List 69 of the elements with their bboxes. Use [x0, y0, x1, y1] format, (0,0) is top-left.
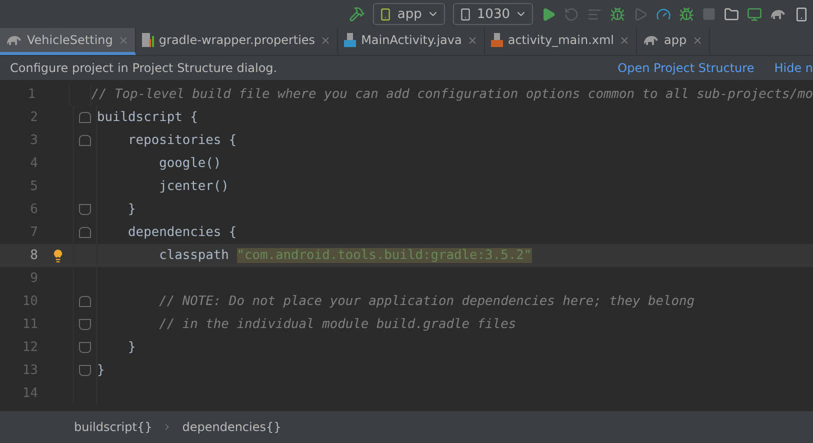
notification-message: Configure project in Project Structure dialog. [10, 61, 278, 75]
notification-link[interactable]: Open Project Structure [618, 61, 754, 75]
fold-marker[interactable] [79, 319, 91, 330]
lightbulb-icon[interactable] [51, 248, 65, 262]
gauge-icon[interactable] [656, 6, 671, 22]
java-file-icon [344, 33, 356, 47]
run-config-dropdown[interactable]: app [373, 3, 445, 25]
debug-icon[interactable] [610, 6, 625, 22]
breadcrumb[interactable]: dependencies{} [182, 420, 282, 434]
fold-marker[interactable] [79, 204, 91, 215]
code-text: buildscript { [97, 110, 198, 125]
fold-marker[interactable] [79, 112, 91, 123]
editor-tab[interactable]: MainActivity.java [338, 28, 485, 55]
code-text: } [97, 363, 105, 378]
editor-tab[interactable]: gradle-wrapper.properties [136, 28, 338, 55]
device-dropdown[interactable]: 1030 [452, 3, 533, 25]
close-icon[interactable] [466, 34, 478, 46]
fold-marker[interactable] [79, 227, 91, 238]
phone-icon[interactable] [794, 6, 809, 22]
phone-icon [379, 8, 392, 20]
xml-file-icon [490, 33, 503, 47]
breadcrumb[interactable]: buildscript{} [74, 420, 152, 434]
close-icon[interactable] [118, 34, 129, 46]
elephant-icon [643, 34, 659, 46]
code-text: } [127, 202, 136, 217]
elephant-icon[interactable] [770, 8, 786, 20]
code-text: jcenter() [158, 179, 229, 194]
monitor-icon[interactable] [747, 6, 762, 22]
fold-marker[interactable] [79, 135, 91, 146]
hammer-icon[interactable] [349, 6, 366, 22]
code-text: // NOTE: Do not place your application dependencies here; they belong [158, 294, 695, 309]
close-icon[interactable] [692, 34, 703, 46]
file-chart-icon [142, 33, 154, 47]
code-text: // in the individual module build.gradle files [158, 317, 516, 332]
phone-icon [458, 8, 472, 20]
line-number: 7 [29, 225, 39, 240]
notification-link[interactable]: Hide n [774, 61, 813, 75]
stop-icon[interactable] [702, 7, 716, 21]
close-icon[interactable] [320, 34, 332, 46]
line-number: 1 [26, 87, 37, 102]
line-number: 9 [29, 271, 39, 286]
line-number: 6 [29, 202, 39, 217]
code-text: dependencies { [127, 225, 237, 240]
line-number: 8 [29, 248, 39, 263]
line-number: 10 [21, 294, 39, 309]
line-number: 3 [29, 133, 39, 148]
fold-marker[interactable] [79, 365, 91, 376]
elephant-icon [6, 34, 22, 46]
fold-marker[interactable] [79, 296, 91, 307]
line-number: 4 [29, 156, 39, 171]
fold-marker[interactable] [79, 342, 91, 353]
editor-tab[interactable]: VehicleSetting [0, 28, 136, 55]
line-number: 14 [21, 386, 39, 401]
editor-tab[interactable]: app [637, 28, 710, 55]
code-text: repositories { [127, 133, 237, 148]
code-text: google() [158, 156, 222, 171]
run-icon[interactable] [541, 6, 556, 22]
code-text: // Top-level build file where you can add configuration options common to all sub-projects/mo [91, 87, 813, 102]
editor-tab[interactable]: activity_main.xml [484, 28, 637, 55]
line-number: 11 [21, 317, 39, 332]
line-number: 13 [21, 363, 39, 378]
code-text: } [127, 340, 136, 355]
rerun-icon[interactable] [564, 6, 579, 22]
folder-icon[interactable] [724, 6, 739, 22]
close-icon[interactable] [619, 34, 630, 46]
line-number: 5 [29, 179, 39, 194]
line-number: 2 [29, 110, 39, 125]
lines-icon[interactable] [587, 6, 602, 22]
line-number: 12 [21, 340, 39, 355]
